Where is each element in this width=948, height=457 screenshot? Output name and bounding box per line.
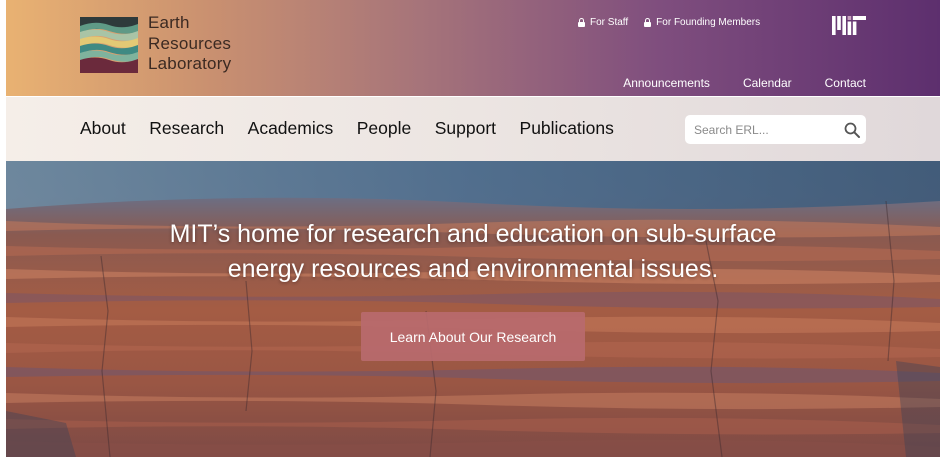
nav-item-support[interactable]: Support [435,118,496,139]
for-staff-link[interactable]: For Staff [578,17,628,28]
nav-item-academics[interactable]: Academics [248,118,334,139]
lock-icon [578,18,585,27]
learn-about-research-button[interactable]: Learn About Our Research [361,312,585,361]
search-button[interactable] [843,121,861,139]
hero-banner: MIT’s home for research and education on… [6,161,940,457]
for-founding-members-link[interactable]: For Founding Members [644,17,760,28]
secondary-links: Announcements Calendar Contact [623,76,866,90]
for-founding-members-label: For Founding Members [656,17,761,28]
mit-logo-icon[interactable] [832,16,866,35]
search-icon [844,122,860,138]
site-logo[interactable]: Earth Resources Laboratory [80,13,231,75]
calendar-link[interactable]: Calendar [743,76,792,90]
nav-item-publications[interactable]: Publications [520,118,614,139]
logo-line-earth: Earth [148,13,190,32]
erl-logo-icon [80,17,138,73]
search-box [685,115,866,144]
hero-heading-line1: MIT’s home for research and education on… [169,220,777,248]
for-staff-label: For Staff [590,17,629,28]
rock-strata-image [6,161,940,457]
announcements-link[interactable]: Announcements [623,76,710,90]
logo-line-laboratory: Laboratory [148,54,232,73]
hero-heading: MIT’s home for research and education on… [6,217,940,286]
hero-heading-line2: energy resources and environmental issue… [227,254,719,283]
nav-item-about[interactable]: About [80,118,126,139]
main-nav: About Research Academics People Support … [6,96,940,161]
logo-line-resources: Resources [148,33,232,53]
utility-links: For Staff For Founding Members [578,17,760,28]
nav-menu: About Research Academics People Support … [80,118,614,139]
search-input[interactable] [694,116,839,143]
nav-item-research[interactable]: Research [149,118,224,139]
logo-wordmark: Earth Resources Laboratory [148,13,231,75]
lock-icon [644,18,652,27]
page-frame: Earth Resources Laboratory For Staff For… [6,0,940,457]
site-header: Earth Resources Laboratory For Staff For… [6,0,940,96]
nav-item-people[interactable]: People [357,118,412,139]
contact-link[interactable]: Contact [825,76,866,90]
